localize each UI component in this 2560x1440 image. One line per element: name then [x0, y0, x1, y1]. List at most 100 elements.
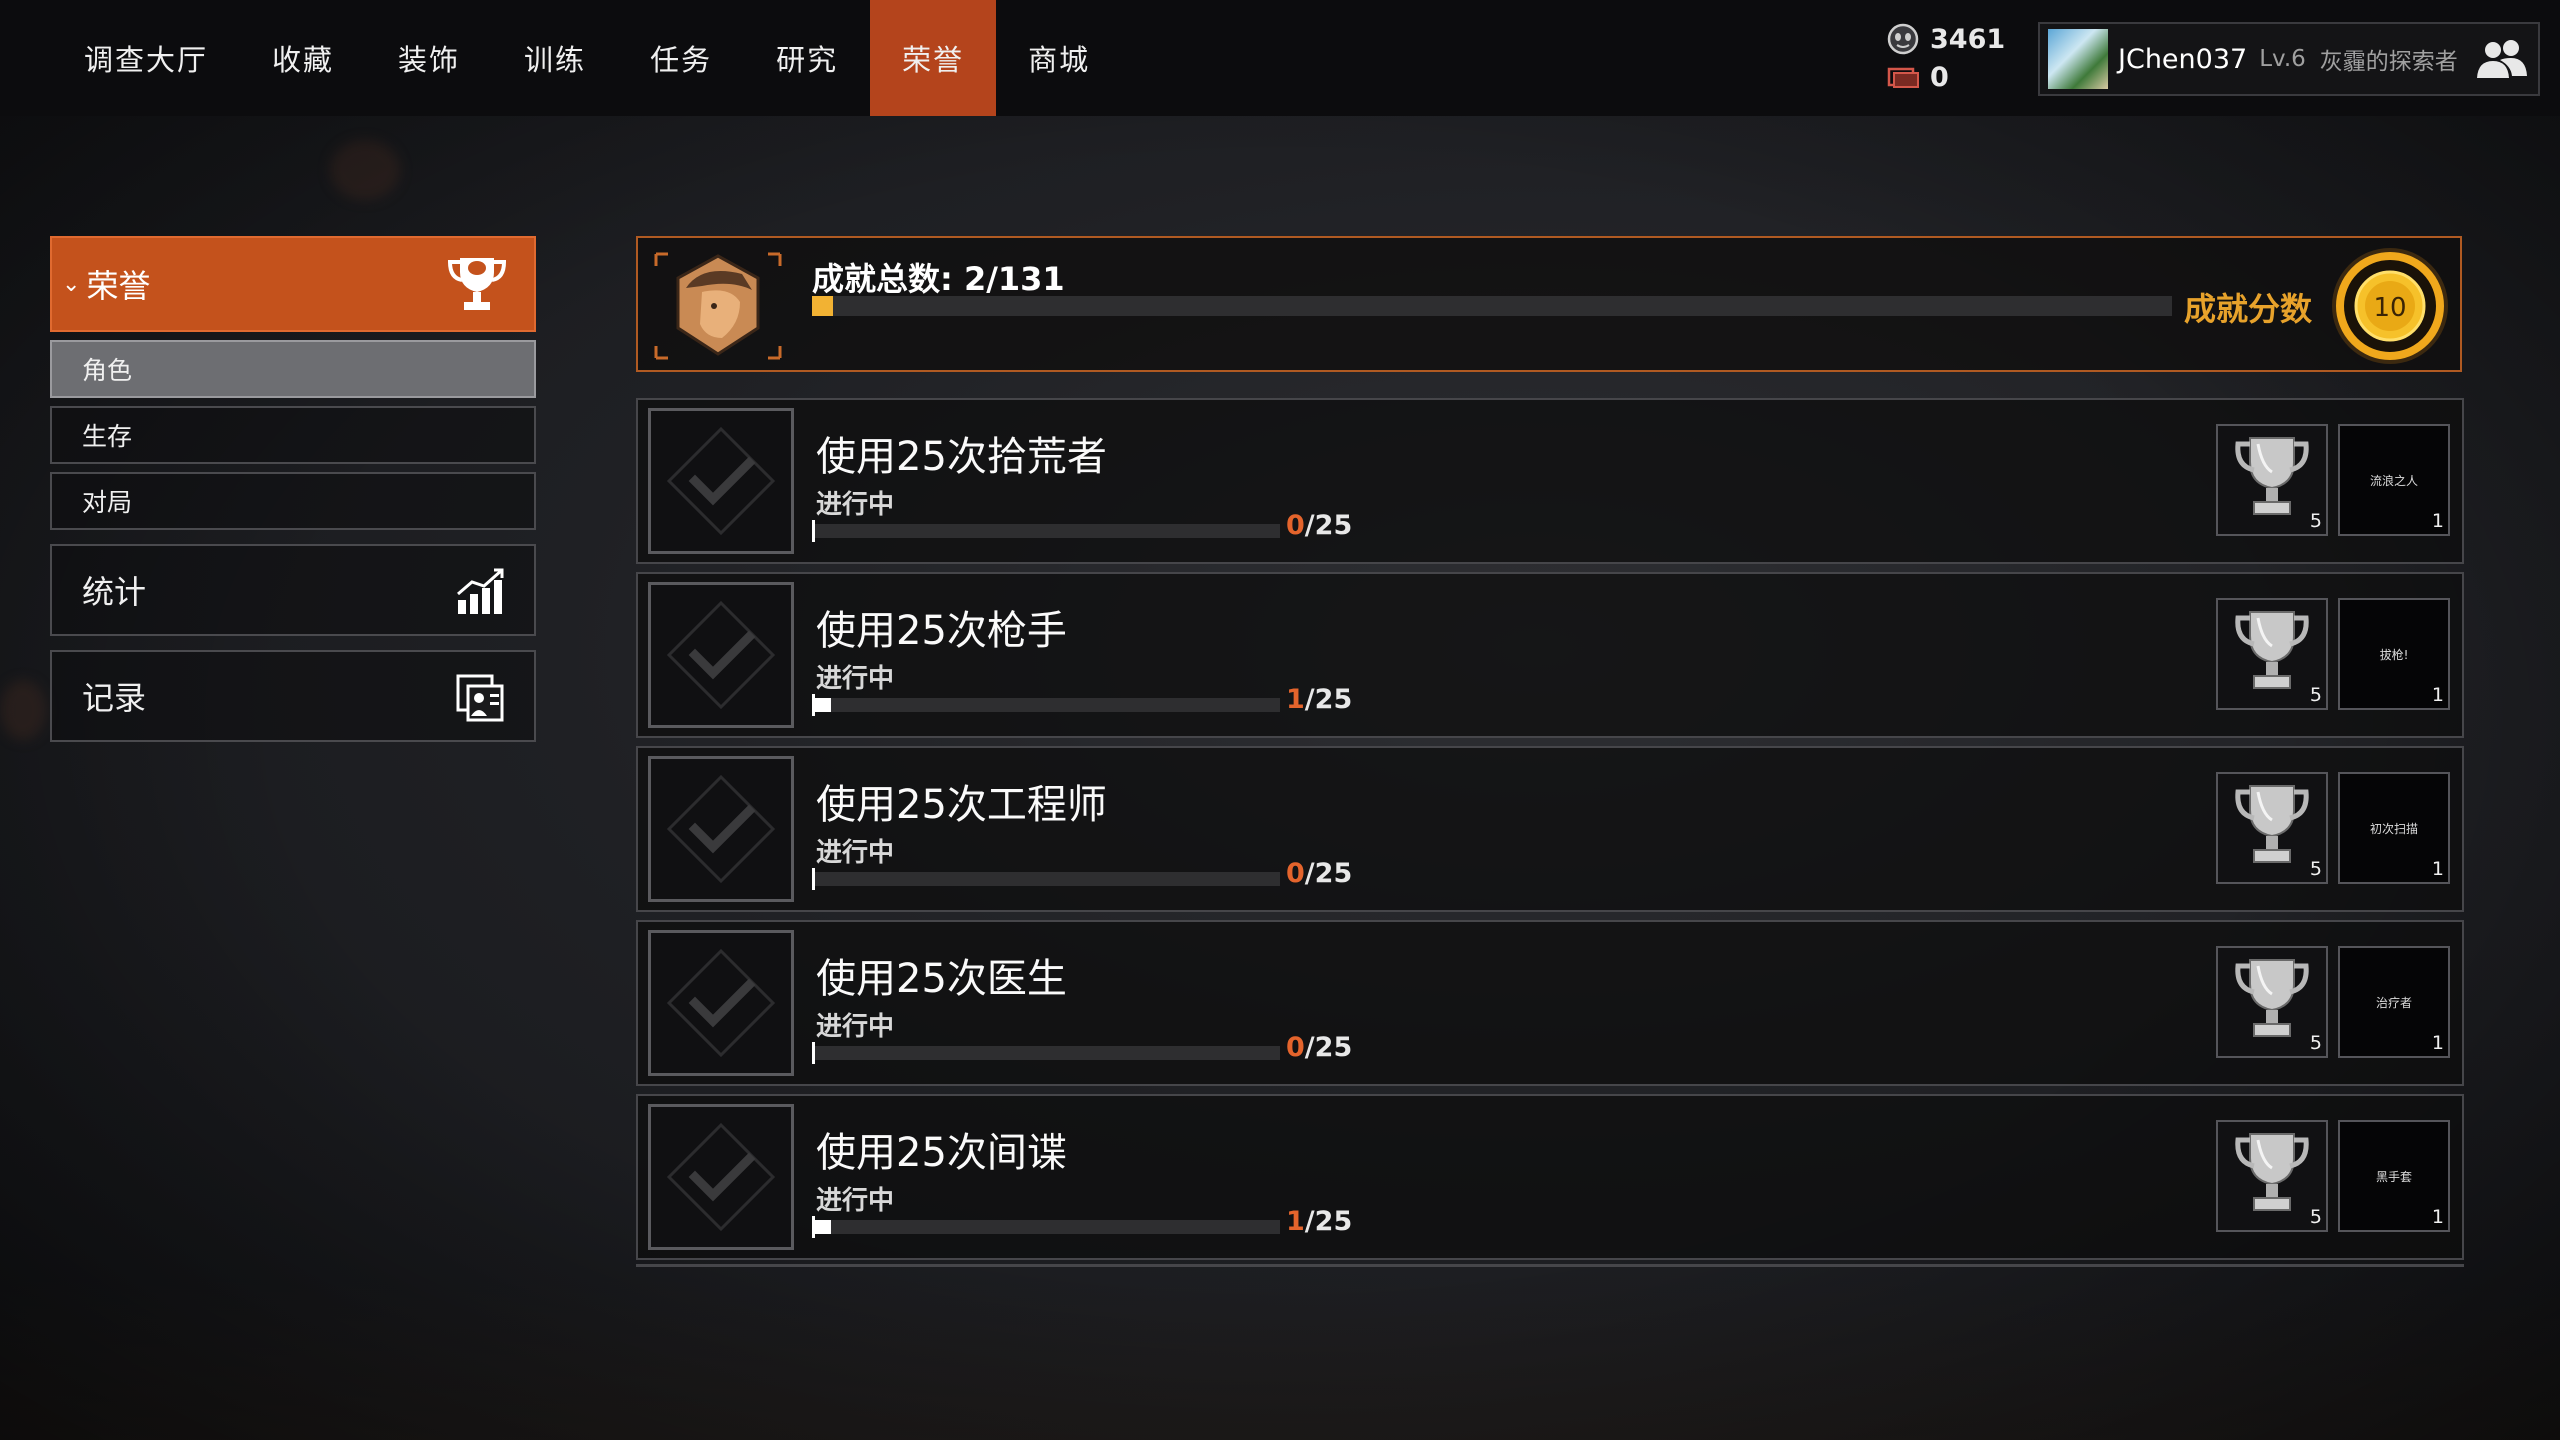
- achievement-score-badge: 10: [2328, 244, 2452, 368]
- achievement-progress-current: 1: [1286, 1206, 1305, 1237]
- list-divider: [636, 1264, 2464, 1267]
- achievement-status: 进行中: [816, 838, 895, 868]
- achievement-progress-bar: [812, 520, 1280, 542]
- achievement-progress-total: /25: [1304, 1206, 1353, 1237]
- reward-trophy-points: 5: [2309, 684, 2322, 706]
- reward-title-count: 1: [2431, 1032, 2444, 1054]
- currency-secondary-value: 0: [1930, 61, 1949, 93]
- reward-trophy-points: 5: [2309, 1032, 2322, 1054]
- achievement-total: 成就总数: 2/131: [812, 260, 1065, 298]
- achievement-row[interactable]: 使用25次医生 进行中 0/25 5 治疗者 1: [636, 920, 2464, 1086]
- avatar[interactable]: [2048, 29, 2108, 89]
- achievement-title: 使用25次医生: [816, 956, 1067, 1002]
- reward-trophy[interactable]: 5: [2216, 772, 2328, 884]
- reward-title-card[interactable]: 流浪之人 1: [2338, 424, 2450, 536]
- sidebar-item-records[interactable]: 记录: [50, 650, 536, 742]
- reward-title-name: 拔枪!: [2379, 647, 2409, 662]
- achievement-row[interactable]: 使用25次工程师 进行中 0/25 5 初次扫描 1: [636, 746, 2464, 912]
- currency-primary: 3461: [1886, 20, 2006, 58]
- achievement-progress-total: /25: [1304, 1032, 1353, 1063]
- nav-research[interactable]: 研究: [744, 0, 870, 116]
- achievement-row[interactable]: 使用25次枪手 进行中 1/25 5 拔枪! 1: [636, 572, 2464, 738]
- achievement-progress-count: 0/25: [1286, 1032, 1352, 1063]
- reward-title-card[interactable]: 初次扫描 1: [2338, 772, 2450, 884]
- nav-shop[interactable]: 商城: [996, 0, 1122, 116]
- achievement-title: 使用25次工程师: [816, 782, 1107, 828]
- checkmark-icon: [648, 756, 794, 902]
- achievement-progress-bar: [812, 694, 1280, 716]
- achievement-status: 进行中: [816, 664, 895, 694]
- achievement-progress-current: 0: [1286, 1032, 1305, 1063]
- trophy-icon: [446, 252, 508, 316]
- progress-start-tick: [812, 1042, 815, 1064]
- profile-name: JChen037: [2118, 43, 2248, 75]
- reward-title-name: 黑手套: [2375, 1169, 2412, 1184]
- progress-start-tick: [812, 520, 815, 542]
- currency-primary-value: 3461: [1930, 23, 2006, 55]
- top-bar: 调查大厅 收藏 装饰 训练 任务 研究 荣誉 商城 3461 0 JChen03…: [0, 0, 2560, 116]
- profile-title: 灰霾的探索者: [2319, 49, 2458, 75]
- reward-title-card[interactable]: 治疗者 1: [2338, 946, 2450, 1058]
- achievement-progress-current: 0: [1286, 858, 1305, 889]
- achievement-title: 使用25次枪手: [816, 608, 1067, 654]
- sidebar-item-match[interactable]: 对局: [50, 472, 536, 530]
- nav-tasks[interactable]: 任务: [618, 0, 744, 116]
- achievement-progress-current: 1: [1286, 684, 1305, 715]
- currency-display: 3461 0: [1886, 20, 2006, 96]
- achievement-progress-current: 0: [1286, 510, 1305, 541]
- achievement-progress-count: 0/25: [1286, 858, 1352, 889]
- reward-trophy-points: 5: [2309, 858, 2322, 880]
- sidebar-header-honor[interactable]: ⌄ 荣誉: [50, 236, 536, 332]
- achievement-status: 进行中: [816, 490, 895, 520]
- achievement-list[interactable]: 使用25次拾荒者 进行中 0/25 5 流浪之人 1 使用25次枪手 进行中 1…: [636, 398, 2464, 1270]
- reward-title-count: 1: [2431, 1206, 2444, 1228]
- achievement-row[interactable]: 使用25次拾荒者 进行中 0/25 5 流浪之人 1: [636, 398, 2464, 564]
- sidebar-item-stats[interactable]: 统计: [50, 544, 536, 636]
- records-icon: [454, 672, 508, 724]
- sidebar-item-character[interactable]: 角色: [50, 340, 536, 398]
- achievement-progress-bar: [812, 1216, 1280, 1238]
- profile-panel[interactable]: JChen037 Lv.6 灰霾的探索者: [2038, 22, 2540, 96]
- nav-training[interactable]: 训练: [492, 0, 618, 116]
- checkmark-icon: [648, 1104, 794, 1250]
- friends-icon[interactable]: [2474, 36, 2530, 84]
- progress-start-tick: [812, 868, 815, 890]
- nav-honor[interactable]: 荣誉: [870, 0, 997, 116]
- achievement-total-progress-fill: [812, 296, 833, 316]
- reward-trophy-points: 5: [2309, 1206, 2322, 1228]
- achievement-title: 使用25次拾荒者: [816, 434, 1107, 480]
- chevron-down-icon: ⌄: [62, 271, 81, 297]
- achievement-status: 进行中: [816, 1012, 895, 1042]
- reward-trophy[interactable]: 5: [2216, 946, 2328, 1058]
- nav-collection[interactable]: 收藏: [240, 0, 366, 116]
- achievement-title: 使用25次间谍: [816, 1130, 1067, 1176]
- achievement-progress-count: 1/25: [1286, 684, 1352, 715]
- main-nav: 调查大厅 收藏 装饰 训练 任务 研究 荣誉 商城: [52, 0, 1122, 116]
- reward-trophy[interactable]: 5: [2216, 598, 2328, 710]
- sidebar-item-stats-label: 统计: [82, 573, 147, 611]
- achievement-score-value: 10: [2373, 293, 2406, 323]
- achievement-progress-count: 0/25: [1286, 510, 1352, 541]
- nav-decoration[interactable]: 装饰: [366, 0, 492, 116]
- reward-title-card[interactable]: 拔枪! 1: [2338, 598, 2450, 710]
- sidebar-item-survival[interactable]: 生存: [50, 406, 536, 464]
- reward-title-card[interactable]: 黑手套 1: [2338, 1120, 2450, 1232]
- achievement-summary: 成就总数: 2/131 成就分数 10: [636, 236, 2462, 372]
- reward-title-count: 1: [2431, 510, 2444, 532]
- achievement-row[interactable]: 使用25次间谍 进行中 1/25 5 黑手套 1: [636, 1094, 2464, 1260]
- reward-title-count: 1: [2431, 858, 2444, 880]
- profile-level: Lv.6: [2259, 46, 2306, 72]
- profile-emblem-icon: [652, 250, 784, 362]
- reward-trophy[interactable]: 5: [2216, 424, 2328, 536]
- achievement-progress-total: /25: [1304, 684, 1353, 715]
- achievement-progress-bar: [812, 1042, 1280, 1064]
- ticket-icon: [1886, 61, 1920, 93]
- reward-title-name: 流浪之人: [2369, 473, 2418, 488]
- achievement-total-progress: [812, 296, 2172, 316]
- sidebar-item-records-label: 记录: [82, 679, 147, 717]
- reward-trophy[interactable]: 5: [2216, 1120, 2328, 1232]
- achievement-progress-total: /25: [1304, 510, 1353, 541]
- checkmark-icon: [648, 930, 794, 1076]
- checkmark-icon: [648, 582, 794, 728]
- nav-lobby[interactable]: 调查大厅: [52, 0, 240, 116]
